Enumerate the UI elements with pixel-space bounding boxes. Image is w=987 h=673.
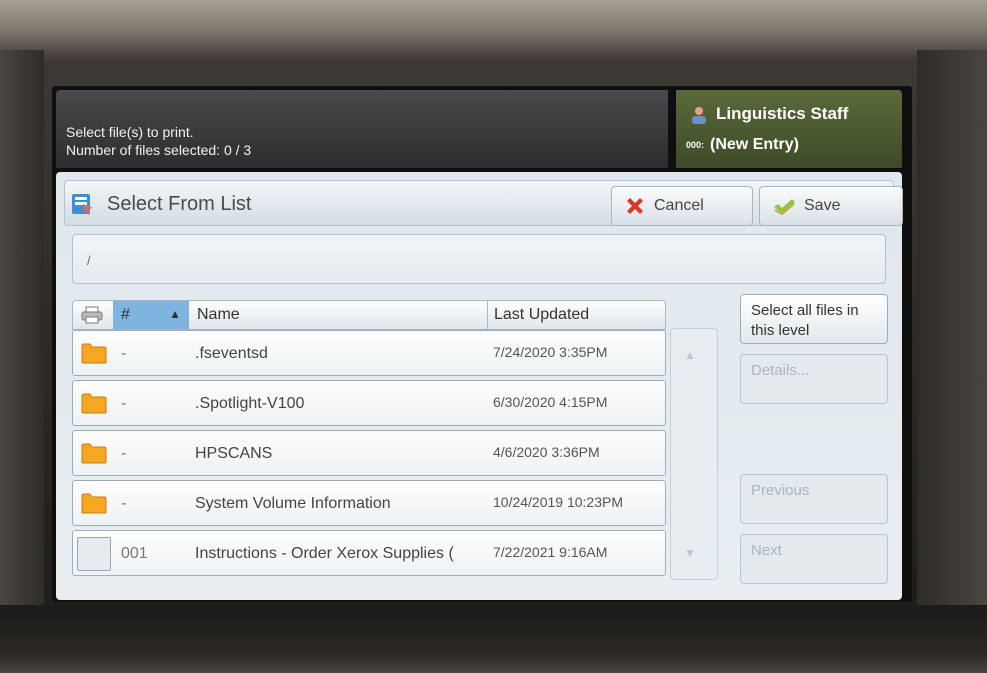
- save-button[interactable]: Save: [759, 186, 903, 226]
- row-date: 7/22/2021 9:16AM: [493, 544, 608, 560]
- status-bar: Select file(s) to print. Number of files…: [56, 90, 668, 168]
- list-scrollbar[interactable]: [670, 328, 718, 580]
- folder-icon: [81, 493, 107, 514]
- save-check-icon: [774, 199, 795, 216]
- details-button[interactable]: Details...: [740, 354, 888, 404]
- row-name: Instructions - Order Xerox Supplies (: [195, 545, 454, 562]
- user-entry-label: (New Entry): [710, 136, 799, 153]
- files-selected-count: Number of files selected: 0 / 3: [66, 142, 252, 158]
- user-entry: 000: (New Entry): [686, 136, 799, 154]
- row-date: 7/24/2020 3:35PM: [493, 344, 608, 360]
- row-number: 001: [121, 545, 148, 562]
- device-bezel-bottom: [0, 605, 987, 673]
- row-number: -: [121, 345, 127, 362]
- folder-icon: [81, 393, 107, 414]
- folder-icon: [81, 443, 107, 464]
- row-number: -: [121, 495, 127, 512]
- device-bezel-right: [917, 50, 987, 673]
- row-name: System Volume Information: [195, 495, 391, 512]
- column-header-number[interactable]: # ▲: [113, 301, 189, 329]
- user-icon: [692, 107, 706, 124]
- row-name: .Spotlight-V100: [195, 395, 305, 412]
- status-instruction: Select file(s) to print.: [66, 124, 194, 140]
- row-name: .fseventsd: [195, 345, 268, 362]
- file-table-header: # ▲ Name Last Updated: [72, 300, 666, 330]
- select-from-list-panel: Select From List Cancel Save / # ▲ Name …: [56, 172, 903, 600]
- column-header-last-updated[interactable]: Last Updated: [487, 301, 589, 329]
- folder-icon: [81, 343, 107, 364]
- row-date: 10/24/2019 10:23PM: [493, 494, 623, 510]
- list-select-icon: [72, 194, 93, 215]
- row-name: HPSCANS: [195, 445, 273, 462]
- cancel-button-label: Cancel: [654, 197, 704, 214]
- user-name: Linguistics Staff: [716, 104, 849, 123]
- row-number: -: [121, 395, 127, 412]
- cancel-button[interactable]: Cancel: [611, 186, 753, 226]
- scroll-up-arrow-icon[interactable]: ▲: [684, 348, 696, 362]
- row-date: 6/30/2020 4:15PM: [493, 394, 608, 410]
- cancel-x-icon: [627, 198, 643, 214]
- current-path-field: /: [72, 234, 886, 284]
- device-bezel-top: [0, 0, 987, 62]
- panel-title: Select From List: [107, 193, 252, 215]
- user-code: 000:: [686, 139, 705, 150]
- row-number: -: [121, 445, 127, 462]
- user-panel[interactable]: Linguistics Staff 000: (New Entry): [676, 90, 902, 168]
- table-row[interactable]: - .fseventsd 7/24/2020 3:35PM: [72, 330, 666, 376]
- previous-button[interactable]: Previous: [740, 474, 888, 524]
- column-header-number-label: #: [121, 306, 130, 323]
- table-row[interactable]: - HPSCANS 4/6/2020 3:36PM: [72, 430, 666, 476]
- device-bezel-left: [0, 50, 44, 673]
- table-row[interactable]: 001 Instructions - Order Xerox Supplies …: [72, 530, 666, 576]
- sort-ascending-icon: ▲: [169, 307, 181, 321]
- printer-icon: [81, 306, 103, 324]
- scroll-down-arrow-icon[interactable]: ▼: [684, 546, 696, 560]
- column-header-name[interactable]: Name: [197, 306, 240, 324]
- select-all-files-button[interactable]: Select all files in this level: [740, 294, 888, 344]
- file-checkbox[interactable]: [77, 537, 111, 571]
- table-row[interactable]: - .Spotlight-V100 6/30/2020 4:15PM: [72, 380, 666, 426]
- title-bar: Select From List Cancel Save: [64, 180, 903, 226]
- next-button[interactable]: Next: [740, 534, 888, 584]
- table-row[interactable]: - System Volume Information 10/24/2019 1…: [72, 480, 666, 526]
- save-button-label: Save: [804, 197, 841, 214]
- row-date: 4/6/2020 3:36PM: [493, 444, 600, 460]
